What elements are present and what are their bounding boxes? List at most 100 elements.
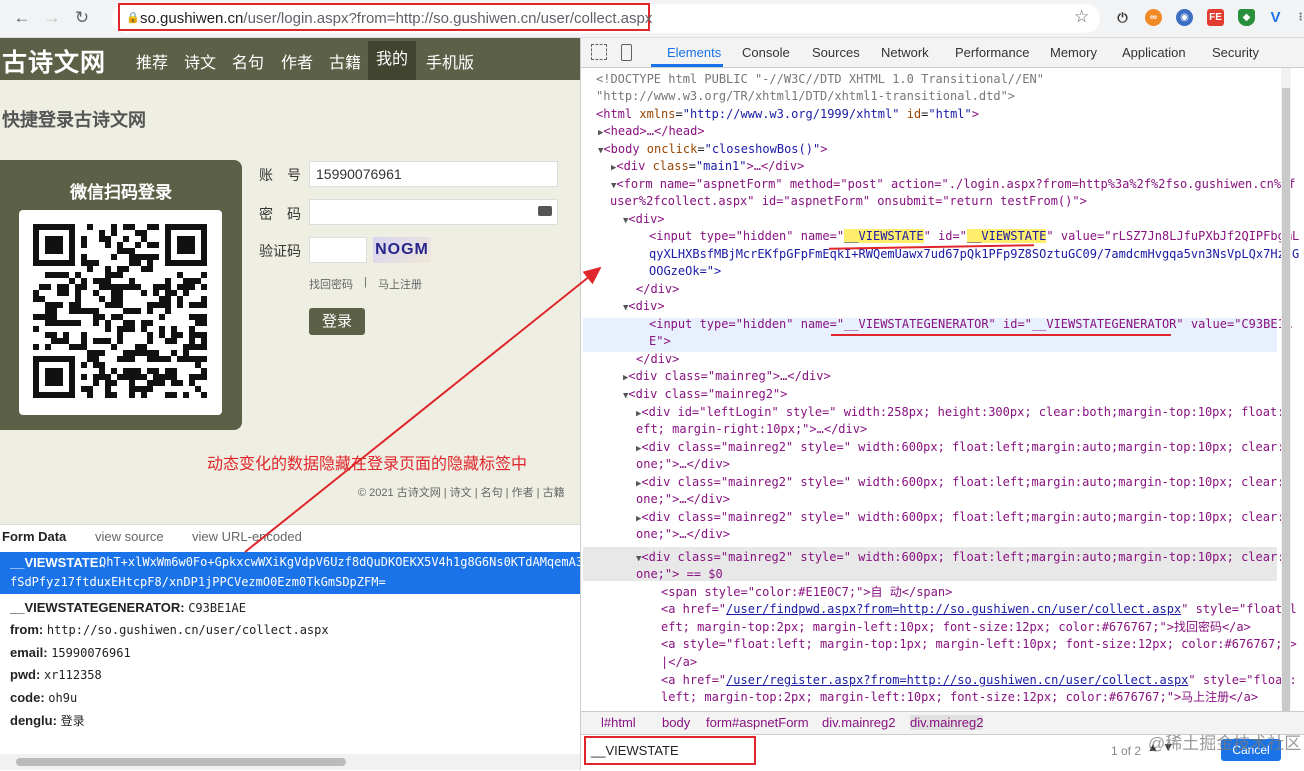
tab-view-url-encoded[interactable]: view URL-encoded: [192, 529, 302, 544]
code-line[interactable]: ▶<div class="mainreg2" style=" width:600…: [636, 509, 1292, 529]
code-line[interactable]: ▶<head>…</head>: [598, 123, 705, 143]
site-footer: © 2021 古诗文网 | 诗文 | 名句 | 作者 | 古籍: [358, 487, 565, 499]
code-line[interactable]: <span style="color:#E1E0C7;">自 动</span>: [661, 584, 952, 602]
code-line: user%2fcollect.aspx" id="aspnetForm" ons…: [610, 194, 1087, 208]
captcha-input[interactable]: [309, 237, 367, 263]
nav-mine[interactable]: 我的: [368, 41, 417, 80]
form-data-row[interactable]: email: 15990076961: [10, 645, 131, 660]
tab-network[interactable]: Network: [881, 45, 929, 60]
tab-form-data[interactable]: Form Data: [2, 529, 66, 544]
keyboard-icon[interactable]: [538, 206, 552, 216]
code-line[interactable]: <a href="/user/findpwd.aspx?from=http://…: [661, 601, 1297, 619]
code-line[interactable]: ▶<div class="mainreg">…</div>: [623, 368, 831, 388]
form-data-row[interactable]: denglu: 登录: [10, 712, 85, 729]
nav-mobile[interactable]: 手机版: [426, 49, 474, 73]
code-line[interactable]: ▼<div>: [623, 298, 665, 318]
form-data-row[interactable]: __VIEWSTATEGENERATOR: C93BE1AE: [10, 600, 246, 615]
code-line[interactable]: ▼<div class="mainreg2" style=" width:600…: [636, 549, 1292, 569]
tab-application[interactable]: Application: [1122, 45, 1186, 60]
code-line: eft; margin-right:10px;">…</div>: [636, 422, 868, 436]
code-line: </div>: [636, 352, 680, 366]
site-navbar: 古诗文网 推荐 诗文 名句 作者 古籍 我的 手机版: [0, 38, 580, 80]
back-icon[interactable]: ←: [12, 8, 32, 28]
code-line[interactable]: ▶<div class="main1">…</div>: [611, 158, 804, 178]
shield-extension-icon[interactable]: ◆: [1238, 9, 1255, 26]
elements-tree: <!DOCTYPE html PUBLIC "-//W3C//DTD XHTML…: [581, 68, 1299, 708]
scrollbar-thumb[interactable]: [16, 758, 346, 766]
v-extension-icon[interactable]: V: [1267, 9, 1284, 26]
power-extension-icon[interactable]: ⏻: [1114, 9, 1131, 26]
form-data-row[interactable]: pwd: xr112358: [10, 667, 102, 682]
nav-poems[interactable]: 诗文: [184, 49, 216, 73]
firefox-extension-icon[interactable]: ◉: [1176, 9, 1193, 26]
form-data-tabs: Form Data view source view URL-encoded: [0, 525, 608, 549]
breadcrumb-item[interactable]: form#aspnetForm: [706, 715, 809, 730]
breadcrumb-item[interactable]: body: [662, 715, 690, 730]
tab-console[interactable]: Console: [742, 45, 790, 60]
code-line[interactable]: ▶<div class="mainreg2" style=" width:600…: [636, 474, 1292, 494]
bookmark-star-icon[interactable]: ☆: [1074, 7, 1089, 27]
breadcrumb-item[interactable]: div.mainreg2: [910, 715, 984, 730]
form-data-row[interactable]: code: oh9u: [10, 690, 77, 705]
code-line[interactable]: <input type="hidden" name="__VIEWSTATE" …: [649, 228, 1299, 246]
code-line[interactable]: <html xmlns="http://www.w3.org/1999/xhtm…: [596, 106, 979, 124]
code-line: E">: [649, 334, 671, 348]
device-toolbar-icon[interactable]: [621, 44, 632, 61]
nav-recommend[interactable]: 推荐: [136, 49, 168, 73]
code-line: |</a>: [661, 655, 698, 669]
search-input[interactable]: __VIEWSTATE: [584, 736, 756, 765]
nav-quotes[interactable]: 名句: [232, 49, 264, 73]
code-line: OOGzeOk=">: [649, 264, 722, 278]
tab-security[interactable]: Security: [1212, 45, 1259, 60]
code-line[interactable]: ▶<div class="mainreg2" style=" width:600…: [636, 439, 1292, 459]
qr-code-image: [33, 224, 207, 398]
tab-performance[interactable]: Performance: [955, 45, 1029, 60]
breadcrumb-item[interactable]: div.mainreg2: [822, 715, 895, 730]
password-label: 密 码: [259, 206, 301, 222]
page-horizontal-scrollbar[interactable]: [0, 754, 580, 770]
more-extension-icon[interactable]: ⋮: [1292, 9, 1304, 26]
infinity-extension-icon[interactable]: ∞: [1145, 9, 1162, 26]
code-line: one;"> == $0: [636, 567, 723, 581]
nav-authors[interactable]: 作者: [281, 49, 313, 73]
reload-icon[interactable]: ↻: [72, 8, 92, 28]
red-underline-generator: [831, 334, 1171, 336]
code-line: "http://www.w3.org/TR/xhtml1/DTD/xhtml1-…: [596, 89, 1016, 103]
nav-classics[interactable]: 古籍: [329, 49, 361, 73]
code-line: one;">…</div>: [636, 492, 730, 506]
form-data-key: __VIEWSTATE:: [10, 555, 103, 570]
inspect-element-icon[interactable]: [591, 44, 607, 60]
code-line[interactable]: <a href="/user/register.aspx?from=http:/…: [661, 672, 1297, 690]
forgot-password-link[interactable]: 找回密码: [309, 276, 353, 292]
code-line: eft; margin-top:2px; margin-left:10px; f…: [661, 620, 1251, 634]
login-button[interactable]: 登录: [309, 308, 365, 335]
form-data-row-viewstate[interactable]: __VIEWSTATE: QhT+xlWxWm6w0Fo+GpkxcwWXiKg…: [0, 552, 619, 594]
password-input[interactable]: [309, 199, 558, 225]
elements-vertical-scrollbar[interactable]: [1281, 68, 1291, 728]
captcha-image[interactable]: NOGM: [373, 237, 431, 263]
fe-extension-icon[interactable]: FE: [1207, 9, 1224, 26]
tab-memory[interactable]: Memory: [1050, 45, 1097, 60]
code-line[interactable]: ▼<div class="mainreg2">: [623, 386, 787, 406]
breadcrumb-item[interactable]: l#html: [601, 715, 636, 730]
tab-elements[interactable]: Elements: [667, 45, 721, 60]
account-input[interactable]: 15990076961: [309, 161, 558, 187]
tab-view-source[interactable]: view source: [95, 529, 164, 544]
code-line[interactable]: <input type="hidden" name="__VIEWSTATEGE…: [649, 316, 1292, 334]
forward-icon[interactable]: →: [42, 8, 62, 28]
form-data-row[interactable]: from: http://so.gushiwen.cn/user/collect…: [10, 622, 329, 637]
form-data-panel: Form Data view source view URL-encoded _…: [0, 524, 619, 771]
link-separator: |: [364, 276, 367, 288]
scrollbar-thumb[interactable]: [1282, 88, 1290, 728]
browser-toolbar: ← → ↻ 🔒 so.gushiwen.cn/user/login.aspx?f…: [0, 0, 1304, 38]
code-line: </div>: [636, 282, 680, 296]
tab-sources[interactable]: Sources: [812, 45, 860, 60]
form-data-value-line2: fSdPfyz17ftduxEHtcpF8/xnDP1jPPCVezmO0Ezm…: [10, 575, 386, 589]
register-link[interactable]: 马上注册: [378, 276, 422, 292]
code-line: one;">…</div>: [636, 527, 730, 541]
site-logo[interactable]: 古诗文网: [2, 43, 106, 79]
captcha-label: 验证码: [259, 243, 301, 259]
address-bar[interactable]: 🔒 so.gushiwen.cn/user/login.aspx?from=ht…: [118, 3, 652, 31]
red-annotation: 动态变化的数据隐藏在登录页面的隐藏标签中: [207, 456, 528, 473]
code-line[interactable]: <a style="float:left; margin-top:1px; ma…: [661, 636, 1297, 654]
